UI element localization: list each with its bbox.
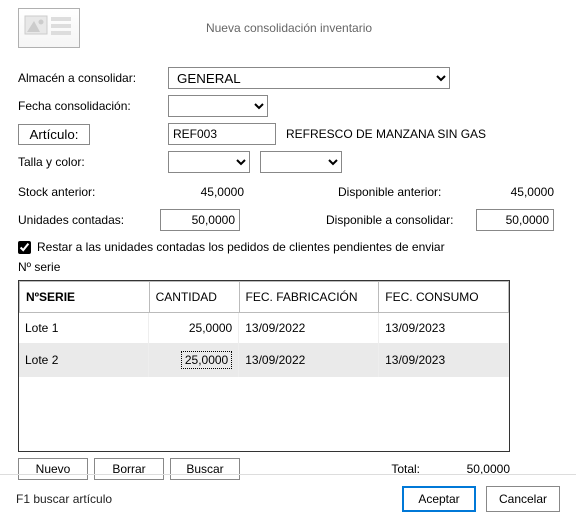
col-manufacture-header[interactable]: FEC. FABRICACIÓN <box>239 282 379 313</box>
prev-stock-label: Stock anterior: <box>18 185 138 199</box>
table-row[interactable]: Lote 2 25,0000 13/09/2022 13/09/2023 <box>19 343 509 377</box>
date-select[interactable] <box>168 95 268 117</box>
size-color-label: Talla y color: <box>18 155 168 169</box>
prev-available-value: 45,0000 <box>488 185 558 199</box>
prev-available-label: Disponible anterior: <box>338 185 488 199</box>
col-serie-header[interactable]: NºSERIE <box>20 282 150 313</box>
date-label: Fecha consolidación: <box>18 99 168 113</box>
warehouse-label: Almacén a consolidar: <box>18 71 168 85</box>
counted-units-label: Unidades contadas: <box>18 213 138 227</box>
prev-stock-value: 45,0000 <box>138 185 248 199</box>
cell-manufacture[interactable]: 13/09/2022 <box>239 343 379 377</box>
col-consumption-header[interactable]: FEC. CONSUMO <box>379 282 509 313</box>
subtract-pending-label: Restar a las unidades contadas los pedid… <box>37 240 445 254</box>
available-consolidate-input[interactable] <box>476 209 554 231</box>
cell-quantity[interactable]: 25,0000 <box>149 313 239 343</box>
article-description: REFRESCO DE MANZANA SIN GAS <box>286 127 486 141</box>
cancel-button[interactable]: Cancelar <box>486 486 560 512</box>
warehouse-select[interactable]: GENERAL <box>168 67 450 89</box>
serial-number-label: Nº serie <box>18 260 558 274</box>
subtract-pending-checkbox[interactable] <box>18 241 31 254</box>
table-row[interactable]: Lote 1 25,0000 13/09/2022 13/09/2023 <box>19 313 509 343</box>
counted-units-input[interactable] <box>160 209 240 231</box>
dialog-icon <box>18 8 80 48</box>
cell-manufacture[interactable]: 13/09/2022 <box>239 313 379 343</box>
accept-button[interactable]: Aceptar <box>402 486 476 512</box>
dialog-title: Nueva consolidación inventario <box>100 21 478 35</box>
available-consolidate-label: Disponible a consolidar: <box>326 213 476 227</box>
size-select[interactable] <box>168 151 250 173</box>
color-select[interactable] <box>260 151 342 173</box>
serial-grid[interactable]: NºSERIE CANTIDAD FEC. FABRICACIÓN FEC. C… <box>18 280 510 452</box>
cell-consumption[interactable]: 13/09/2023 <box>379 313 509 343</box>
col-quantity-header[interactable]: CANTIDAD <box>149 282 239 313</box>
cell-serie[interactable]: Lote 1 <box>19 313 149 343</box>
cell-quantity[interactable]: 25,0000 <box>149 343 239 377</box>
article-button[interactable]: Artículo: <box>18 124 90 145</box>
cell-consumption[interactable]: 13/09/2023 <box>379 343 509 377</box>
hint-text: F1 buscar artículo <box>16 492 112 506</box>
cell-serie[interactable]: Lote 2 <box>19 343 149 377</box>
article-input[interactable] <box>168 123 276 145</box>
